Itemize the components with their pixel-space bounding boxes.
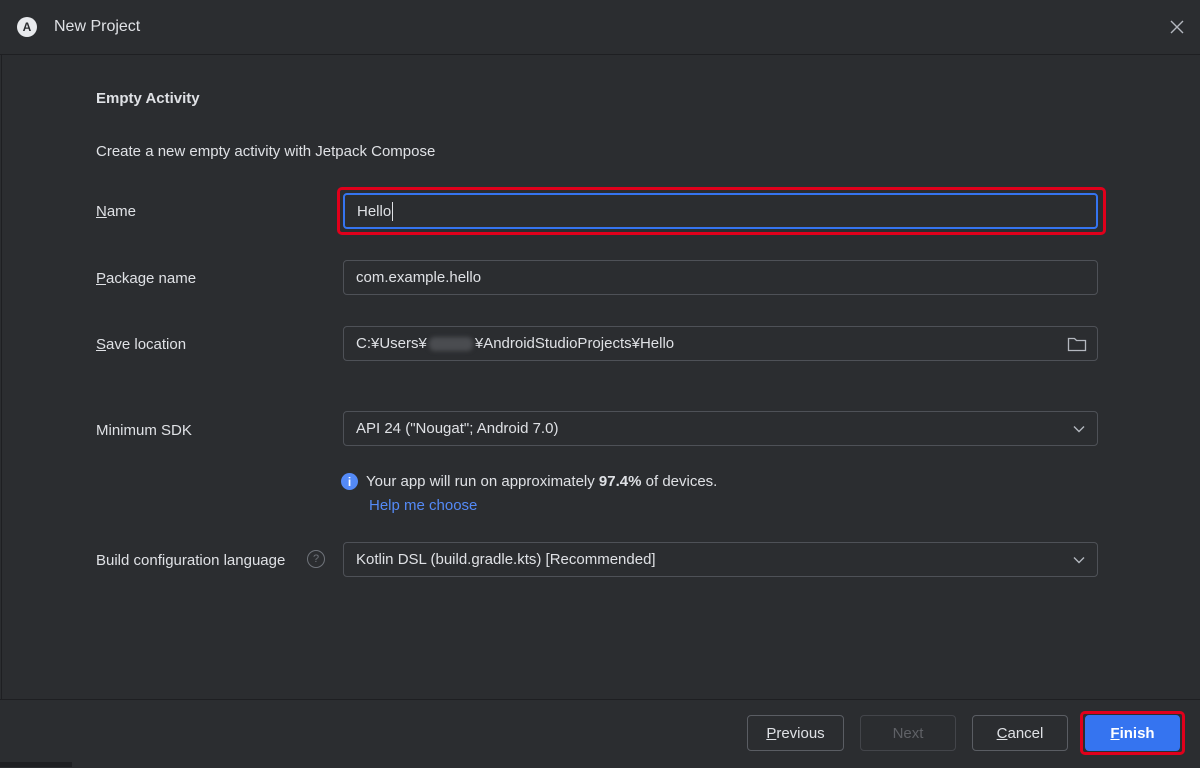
name-label: Name [96, 203, 137, 220]
close-button[interactable] [1162, 12, 1192, 42]
minimum-sdk-label: Minimum SDK [96, 422, 192, 439]
template-heading: Empty Activity [96, 90, 200, 107]
next-button[interactable]: Next [860, 715, 956, 751]
build-language-dropdown[interactable]: Kotlin DSL (build.gradle.kts) [Recommend… [343, 542, 1098, 577]
finish-button[interactable]: Finish [1085, 715, 1180, 751]
android-studio-icon: A [17, 17, 37, 37]
close-icon [1170, 20, 1184, 34]
folder-icon[interactable] [1067, 335, 1087, 353]
build-language-label: Build configuration language [96, 552, 286, 569]
sdk-coverage-text: Your app will run on approximately 97.4%… [366, 473, 718, 490]
build-language-value: Kotlin DSL (build.gradle.kts) [Recommend… [356, 551, 656, 568]
title-bar: A New Project [0, 0, 1200, 55]
save-location-input[interactable]: C:¥Users¥ ¥AndroidStudioProjects¥Hello [343, 326, 1098, 361]
taskbar-edge [0, 762, 72, 767]
minimum-sdk-dropdown[interactable]: API 24 ("Nougat"; Android 7.0) [343, 411, 1098, 446]
chevron-down-icon [1073, 426, 1085, 433]
save-location-label: Save location [96, 336, 187, 353]
info-icon: i [341, 473, 358, 490]
package-name-label: Package name [96, 270, 197, 287]
cancel-button[interactable]: Cancel [972, 715, 1068, 751]
help-me-choose-link[interactable]: Help me choose [369, 497, 477, 514]
previous-button[interactable]: Previous [747, 715, 844, 751]
package-name-value: com.example.hello [356, 269, 482, 286]
text-caret [392, 201, 394, 221]
save-location-value: C:¥Users¥ ¥AndroidStudioProjects¥Hello [356, 335, 675, 352]
package-name-input[interactable]: com.example.hello [343, 260, 1098, 295]
name-value: Hello [357, 202, 392, 220]
name-input[interactable]: Hello [343, 193, 1098, 229]
chevron-down-icon [1073, 557, 1085, 564]
minimum-sdk-value: API 24 ("Nougat"; Android 7.0) [356, 420, 559, 437]
redacted-username [428, 337, 473, 352]
window-title: New Project [54, 18, 141, 35]
template-description: Create a new empty activity with Jetpack… [96, 143, 436, 160]
help-icon[interactable]: ? [307, 550, 325, 568]
